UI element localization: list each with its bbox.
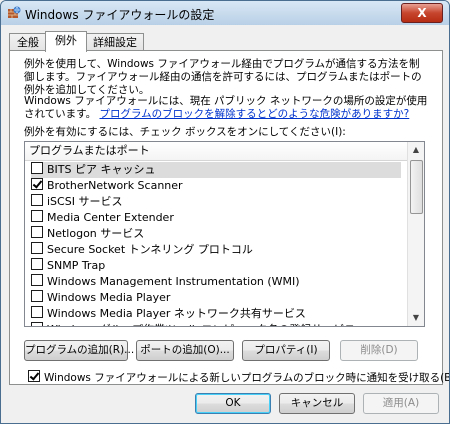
notify-label: Windows ファイアウォールによる新しいプログラムのブロック時に通知を受け取… [44,372,450,384]
exception-checkbox[interactable] [31,242,43,254]
enable-exceptions-label: 例外を有効にするには、チェック ボックスをオンにしてください(I): [24,126,346,138]
exception-checkbox[interactable] [31,162,43,174]
close-button[interactable]: X [401,3,443,23]
list-item[interactable]: Windows Media Player [31,290,401,306]
list-item[interactable]: Windows グループ作業ツール コンピュータ名の登録サービス [31,322,401,326]
list-item[interactable]: BITS ピア キャッシュ [31,162,401,178]
exception-checkbox[interactable] [31,322,43,326]
exception-checkbox[interactable] [31,226,43,238]
exception-label: SNMP Trap [47,259,106,272]
exception-label: Windows Management Instrumentation (WMI) [47,275,300,288]
exception-checkbox[interactable] [31,274,43,286]
exception-label: Windows Media Player ネットワーク共有サービス [47,307,306,320]
exception-checkbox[interactable] [31,178,43,190]
tab-exceptions[interactable]: 例外 [45,31,87,52]
list-item[interactable]: Windows Media Player ネットワーク共有サービス [31,306,401,322]
tab-strip: 全般 例外 詳細設定 [9,31,449,52]
list-column-header[interactable]: プログラムまたはポート [25,142,411,161]
tab-general[interactable]: 全般 [9,33,47,51]
firewall-icon [8,6,21,18]
list-item[interactable]: BrotherNetwork Scanner [31,178,401,194]
add-program-button[interactable]: プログラムの追加(R)... [24,340,134,361]
scroll-down-icon[interactable]: ▼ [408,310,424,326]
list-item[interactable]: Secure Socket トンネリング プロトコル [31,242,401,258]
exception-checkbox[interactable] [31,258,43,270]
exception-checkbox[interactable] [31,194,43,206]
exceptions-description: 例外を使用して、Windows ファイアウォール経由でプログラムが通信する方法を… [24,58,422,96]
list-item[interactable]: iSCSI サービス [31,194,401,210]
apply-button[interactable]: 適用(A) [363,393,439,414]
scroll-thumb[interactable] [410,160,423,214]
list-item[interactable]: Media Center Extender [31,210,401,226]
title-bar[interactable]: Windows ファイアウォールの設定 X [1,1,449,25]
ok-button[interactable]: OK [195,393,271,414]
window-title: Windows ファイアウォールの設定 [25,8,215,22]
delete-button[interactable]: 削除(D) [340,340,418,361]
exceptions-panel: 例外を使用して、Windows ファイアウォール経由でプログラムが通信する方法を… [9,50,449,385]
scroll-up-icon[interactable]: ▲ [408,142,424,158]
exception-checkbox[interactable] [31,210,43,222]
notify-checkbox[interactable] [28,370,40,382]
cancel-button[interactable]: キャンセル [279,393,355,414]
exceptions-list[interactable]: プログラムまたはポート BITS ピア キャッシュ BrotherNetwork … [24,141,425,327]
exception-checkbox[interactable] [31,306,43,318]
exception-label: BITS ピア キャッシュ [47,163,156,176]
exception-label: Windows グループ作業ツール コンピュータ名の登録サービス [47,323,355,326]
exception-label: Secure Socket トンネリング プロトコル [47,243,253,256]
tab-advanced[interactable]: 詳細設定 [86,33,144,51]
exception-label: Media Center Extender [47,211,174,224]
list-item[interactable]: Windows Management Instrumentation (WMI) [31,274,401,290]
add-port-button[interactable]: ポートの追加(O)... [136,340,234,361]
unblock-risk-link[interactable]: プログラムのブロックを解除するとどのような危険がありますか? [99,108,409,120]
exception-checkbox[interactable] [31,290,43,302]
exception-label: Netlogon サービス [47,227,145,240]
notify-option[interactable]: Windows ファイアウォールによる新しいプログラムのブロック時に通知を受け取… [28,370,450,385]
exception-label: BrotherNetwork Scanner [47,179,183,192]
exception-label: iSCSI サービス [47,195,123,208]
properties-button[interactable]: プロパティ(I) [242,340,330,361]
exception-label: Windows Media Player [47,291,171,304]
list-item[interactable]: SNMP Trap [31,258,401,274]
list-scrollbar[interactable]: ▲ ▼ [407,142,424,326]
network-location-text: Windows ファイアウォールには、現在 パブリック ネットワークの場所の設定… [24,95,429,121]
firewall-settings-window: Windows ファイアウォールの設定 X 全般 例外 詳細設定 例外を使用して… [0,0,450,424]
list-item[interactable]: Netlogon サービス [31,226,401,242]
